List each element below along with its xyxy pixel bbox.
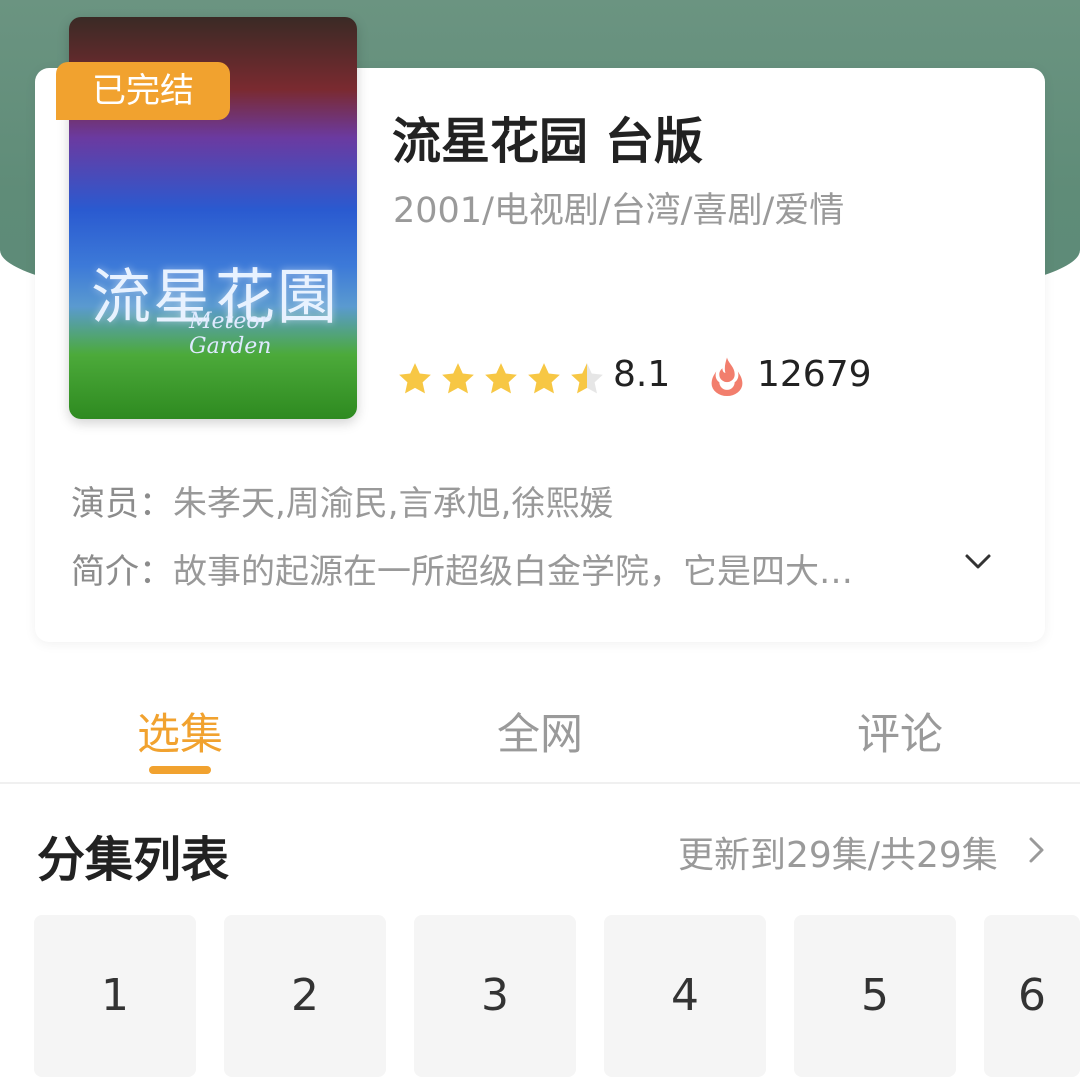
episode-button-6[interactable]: 6 bbox=[984, 915, 1080, 1077]
fire-icon bbox=[711, 357, 743, 396]
episode-button-2[interactable]: 2 bbox=[224, 915, 386, 1077]
show-meta: 2001/电视剧/台湾/喜剧/爱情 bbox=[393, 191, 845, 231]
active-tab-indicator bbox=[149, 766, 211, 774]
episode-list-title: 分集列表 bbox=[37, 832, 230, 888]
star-icon bbox=[442, 363, 474, 394]
show-title: 流星花园 台版 bbox=[392, 113, 704, 170]
status-badge: 已完结 bbox=[56, 62, 230, 120]
episode-button-4[interactable]: 4 bbox=[604, 915, 766, 1077]
summary-value: 故事的起源在一所超级白金学院，它是四大… bbox=[173, 552, 853, 592]
poster-subtitle-art: Meteor Garden bbox=[189, 309, 272, 359]
tab-divider bbox=[0, 782, 1080, 784]
star-icon bbox=[528, 363, 560, 394]
episode-button-5[interactable]: 5 bbox=[794, 915, 956, 1077]
episode-button-3[interactable]: 3 bbox=[414, 915, 576, 1077]
half-star-icon bbox=[571, 363, 603, 394]
star-icon bbox=[399, 363, 431, 394]
heat-count: 12679 bbox=[757, 354, 872, 395]
tab-all-web[interactable]: 全网 bbox=[440, 700, 640, 762]
episode-button-1[interactable]: 1 bbox=[34, 915, 196, 1077]
episode-update-info[interactable]: 更新到29集/共29集 bbox=[678, 826, 998, 878]
rating-score: 8.1 bbox=[613, 354, 671, 395]
cast-line: 演员：朱孝天,周渝民,言承旭,徐熙媛 bbox=[71, 476, 613, 525]
chevron-down-icon[interactable] bbox=[962, 548, 994, 576]
summary-label: 简介： bbox=[71, 552, 173, 592]
tab-episodes[interactable]: 选集 bbox=[80, 700, 280, 762]
star-icon bbox=[485, 363, 517, 394]
tab-comments[interactable]: 评论 bbox=[800, 700, 1000, 762]
summary-line[interactable]: 简介：故事的起源在一所超级白金学院，它是四大… bbox=[71, 544, 853, 593]
chevron-right-icon[interactable] bbox=[1025, 834, 1049, 866]
rating-stars bbox=[396, 360, 606, 398]
cast-label: 演员： bbox=[71, 484, 173, 524]
cast-value: 朱孝天,周渝民,言承旭,徐熙媛 bbox=[173, 484, 614, 524]
